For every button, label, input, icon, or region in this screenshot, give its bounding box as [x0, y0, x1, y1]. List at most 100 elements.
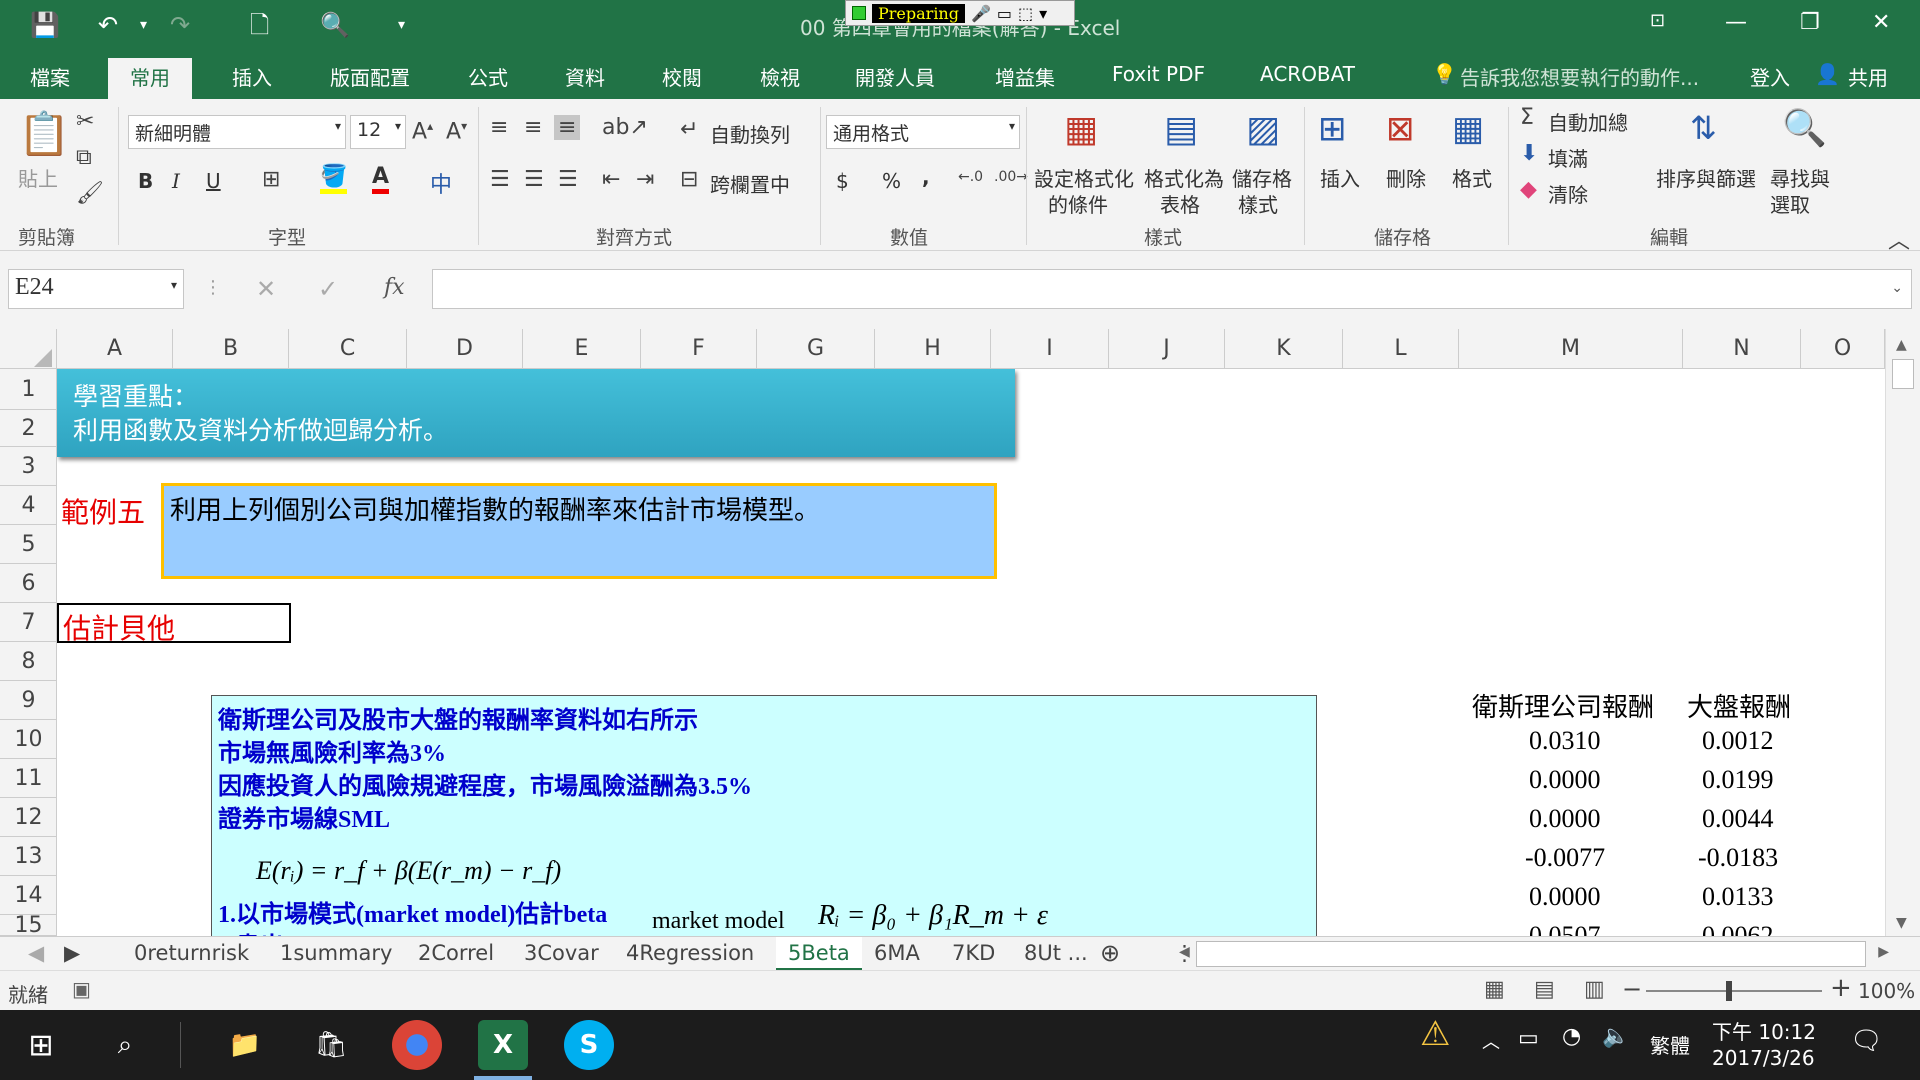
increase-indent-icon[interactable]: ⇥ — [636, 167, 654, 192]
scroll-right-icon[interactable]: ▶ — [1878, 944, 1889, 960]
volume-icon[interactable]: 🔈 — [1602, 1024, 1629, 1049]
add-sheet-icon[interactable]: ⊕ — [1100, 937, 1120, 971]
sheet-tab-8ut[interactable]: 8Ut ... — [1024, 937, 1088, 971]
increase-decimal-icon[interactable]: ←.0 — [958, 169, 983, 185]
tab-developer[interactable]: 開發人員 — [855, 62, 935, 91]
column-header-m[interactable]: M — [1459, 329, 1683, 369]
wrap-text-icon[interactable]: ↵ — [680, 117, 698, 142]
table-cell[interactable]: 0.0310 — [1529, 726, 1601, 756]
search-icon[interactable]: ⌕ — [100, 1020, 150, 1070]
column-header-f[interactable]: F — [641, 329, 757, 369]
ribbon-display-icon[interactable]: ⊡ — [1650, 10, 1665, 31]
skype-icon[interactable]: S — [564, 1020, 614, 1070]
insert-cells-button[interactable]: 插入 — [1320, 163, 1360, 192]
row-header-1[interactable]: 1 — [0, 369, 57, 410]
new-file-icon[interactable]: 🗋 — [250, 10, 269, 40]
percent-button[interactable]: % — [882, 169, 901, 193]
column-header-n[interactable]: N — [1683, 329, 1801, 369]
camera-icon[interactable]: ▭ — [997, 4, 1012, 23]
column-header-b[interactable]: B — [173, 329, 289, 369]
warning-icon[interactable]: ⚠ — [1420, 1014, 1450, 1054]
preparing-toolbar[interactable]: Preparing 🎤 ▭ ⬚ ▾ — [845, 0, 1075, 26]
sheet-tab-5beta[interactable]: 5Beta — [776, 937, 862, 971]
notification-icon[interactable]: 🗨 — [1850, 1026, 1883, 1056]
windows-start-icon[interactable]: ⊞ — [16, 1020, 66, 1070]
restore-icon[interactable]: ❐ — [1800, 10, 1820, 35]
macro-record-icon[interactable]: ▣ — [72, 977, 91, 1001]
format-as-table-button[interactable]: 格式化為 — [1144, 163, 1224, 192]
battery-icon[interactable]: ▭ — [1518, 1026, 1539, 1051]
customize-qat-icon[interactable]: ▾ — [398, 10, 405, 40]
tab-review[interactable]: 校閱 — [662, 62, 702, 91]
row-header-14[interactable]: 14 — [0, 876, 57, 915]
row-header-5[interactable]: 5 — [0, 525, 57, 564]
tab-view[interactable]: 檢視 — [760, 62, 800, 91]
font-name-select[interactable]: 新細明體 ▾ — [128, 115, 346, 149]
align-top-icon[interactable]: ≡ — [490, 115, 508, 140]
find-select-button-line2[interactable]: 選取 — [1770, 189, 1810, 218]
zoom-in-icon[interactable]: + — [1830, 973, 1852, 1003]
print-preview-icon[interactable]: 🔍 — [320, 10, 350, 40]
worksheet-grid[interactable]: 學習重點： 利用函數及資料分析做迴歸分析。 範例五 利用上列個別公司與加權指數的… — [57, 369, 1885, 936]
paste-icon[interactable]: 📋 — [18, 109, 70, 159]
autosum-button[interactable]: 自動加總 — [1548, 107, 1628, 136]
conditional-format-button[interactable]: 設定格式化 — [1034, 163, 1134, 192]
row-header-13[interactable]: 13 — [0, 837, 57, 876]
decrease-decimal-icon[interactable]: .00→ — [994, 169, 1028, 185]
table-cell[interactable]: -0.0183 — [1698, 843, 1778, 873]
zoom-slider-thumb[interactable] — [1726, 981, 1732, 1001]
sheet-tab-6ma[interactable]: 6MA — [874, 937, 920, 971]
minimize-icon[interactable]: — — [1725, 10, 1747, 35]
row-header-8[interactable]: 8 — [0, 642, 57, 681]
page-break-view-icon[interactable]: ▥ — [1584, 977, 1605, 1002]
fill-button[interactable]: 填滿 — [1548, 143, 1588, 172]
select-all-corner[interactable] — [0, 329, 57, 369]
currency-button[interactable]: $ — [836, 169, 849, 193]
grow-font-icon[interactable]: A▴ — [412, 119, 433, 144]
zoom-level[interactable]: 100% — [1858, 979, 1915, 1003]
paste-button[interactable]: 貼上 — [18, 163, 58, 192]
row-header-12[interactable]: 12 — [0, 798, 57, 837]
insert-function-button[interactable]: fx — [384, 275, 405, 300]
align-left-icon[interactable]: ☰ — [490, 167, 510, 192]
scroll-left-icon[interactable]: ◀ — [1179, 944, 1190, 960]
next-sheet-icon[interactable]: ▶ — [64, 937, 80, 971]
scroll-up-icon[interactable]: ▲ — [1896, 337, 1907, 353]
align-bottom-icon[interactable]: ≡ — [554, 115, 581, 140]
table-cell[interactable]: -0.0077 — [1525, 843, 1605, 873]
ime-indicator[interactable]: 繁體 — [1650, 1030, 1690, 1059]
row-header-6[interactable]: 6 — [0, 564, 57, 603]
column-header-d[interactable]: D — [407, 329, 523, 369]
store-icon[interactable]: 🛍 — [306, 1020, 356, 1070]
wifi-icon[interactable]: ◔ — [1562, 1024, 1581, 1049]
column-header-j[interactable]: J — [1109, 329, 1225, 369]
orientation-icon[interactable]: ab↗ — [602, 115, 648, 140]
column-header-l[interactable]: L — [1343, 329, 1459, 369]
tell-me-box[interactable]: 告訴我您想要執行的動作... — [1460, 62, 1699, 91]
italic-button[interactable]: I — [172, 169, 180, 193]
clock-time[interactable]: 下午 10:12 — [1712, 1016, 1816, 1045]
format-cells-button[interactable]: 格式 — [1452, 163, 1492, 192]
phonetic-icon[interactable]: 中 — [430, 167, 452, 199]
align-center-icon[interactable]: ☰ — [524, 167, 544, 192]
column-header-c[interactable]: C — [289, 329, 407, 369]
close-icon[interactable]: ✕ — [1872, 10, 1890, 35]
enter-icon[interactable]: ✓ — [318, 275, 338, 303]
undo-dropdown-icon[interactable]: ▾ — [140, 10, 147, 40]
horizontal-scrollbar[interactable]: ◀ ▶ — [1179, 941, 1889, 967]
sheet-tab-0returnrisk[interactable]: 0returnrisk — [134, 937, 249, 971]
normal-view-icon[interactable]: ▦ — [1484, 977, 1505, 1002]
align-right-icon[interactable]: ☰ — [558, 167, 578, 192]
bold-button[interactable]: B — [138, 169, 153, 193]
sheet-tab-2correl[interactable]: 2Correl — [418, 937, 494, 971]
row-header-2[interactable]: 2 — [0, 410, 57, 447]
sheet-tab-1summary[interactable]: 1summary — [280, 937, 392, 971]
row-header-9[interactable]: 9 — [0, 681, 57, 720]
cell-styles-button-line2[interactable]: 樣式 — [1238, 189, 1278, 218]
format-painter-icon[interactable]: 🖌 — [76, 181, 104, 206]
conditional-format-button-line2[interactable]: 的條件 — [1048, 189, 1108, 218]
delete-cells-button[interactable]: 刪除 — [1386, 163, 1426, 192]
table-cell[interactable]: 0.0000 — [1529, 765, 1601, 795]
table-cell[interactable]: 0.0000 — [1529, 882, 1601, 912]
wrap-text-button[interactable]: 自動換列 — [710, 119, 790, 148]
